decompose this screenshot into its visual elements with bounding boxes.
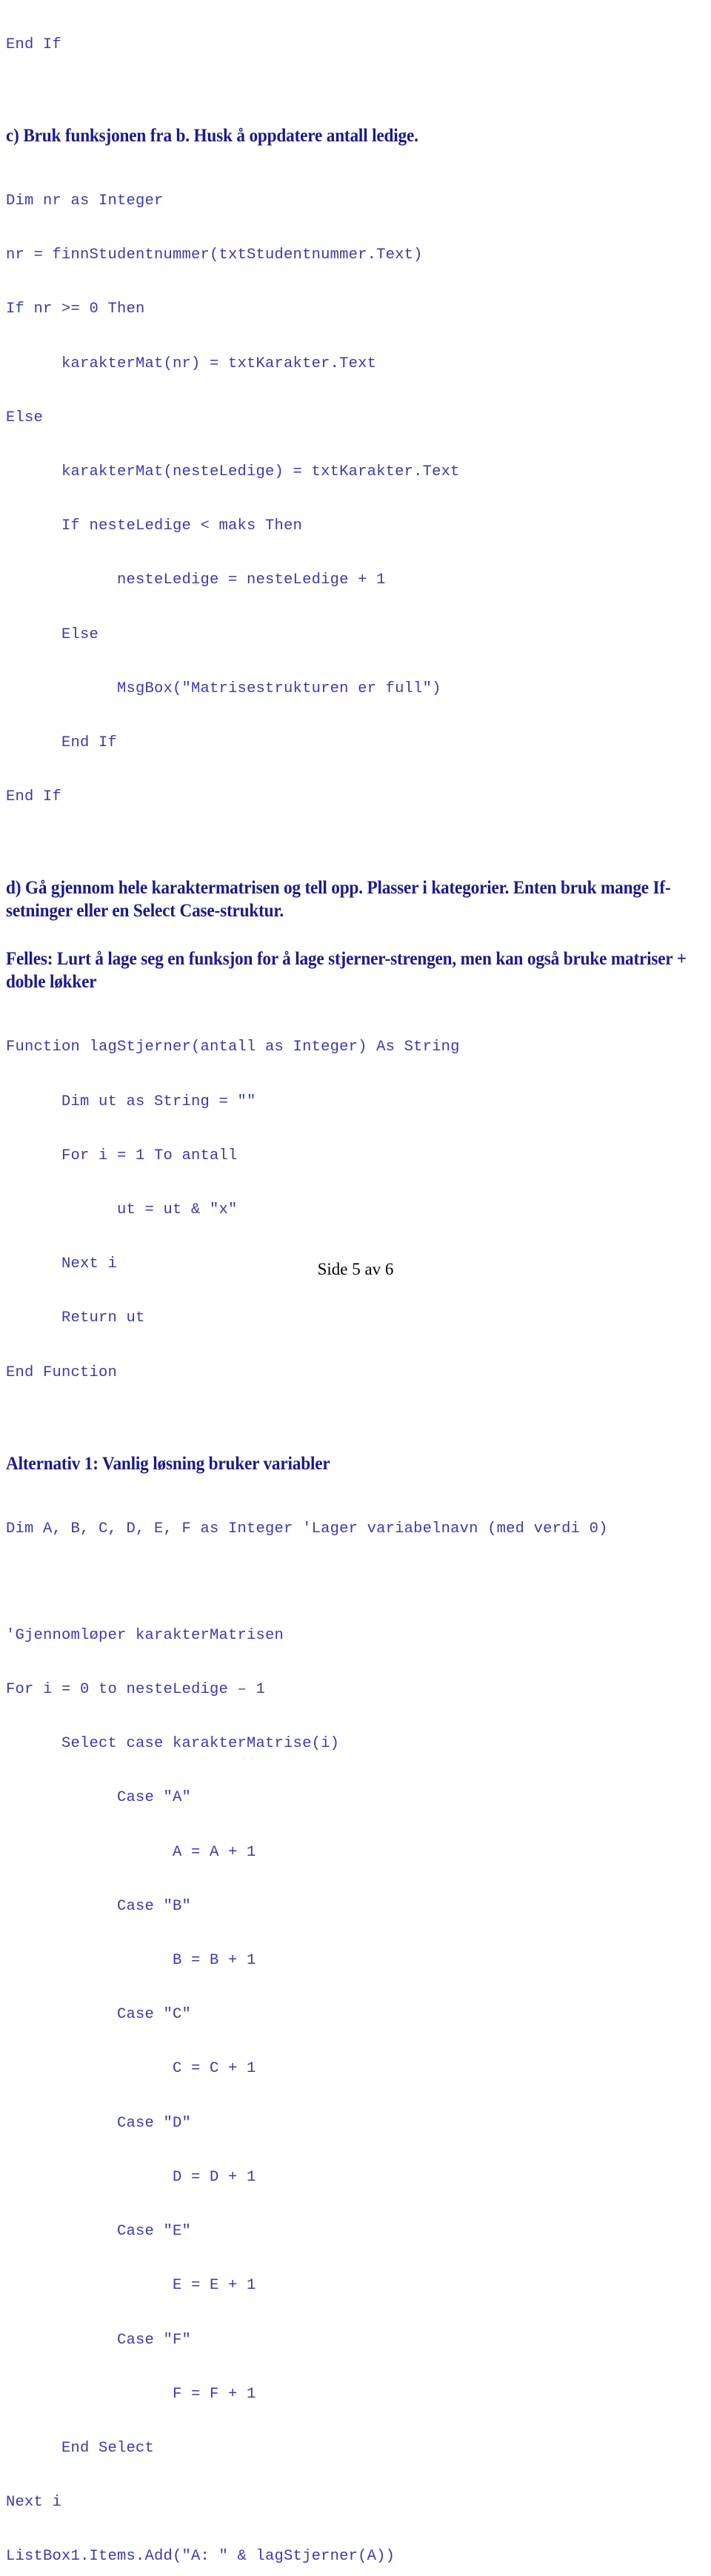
- heading-task-d: d) Gå gjennom hele karaktermatrisen og t…: [6, 878, 671, 922]
- code-line: nesteLedige = nesteLedige + 1: [6, 571, 386, 589]
- code-line: Case ″B″: [6, 1897, 192, 1915]
- code-line: If nr >= 0 Then: [6, 301, 145, 318]
- code-line: Case ″E″: [6, 2223, 192, 2241]
- code-line: MsgBox(″Matrisestrukturen er full″): [6, 680, 441, 697]
- code-line: If nesteLedige < maks Then: [6, 517, 303, 535]
- code-line: karakterMat(nr) = txtKarakter.Text: [6, 355, 377, 372]
- code-line: Case ″F″: [6, 2331, 192, 2349]
- code-line: Function lagStjerner(antall as Integer) …: [6, 1039, 460, 1056]
- code-line: Else: [6, 409, 44, 426]
- code-line: E = E + 1: [6, 2277, 256, 2295]
- code-line: For i = 0 to nesteLedige – 1: [6, 1680, 266, 1698]
- code-line: F = F + 1: [6, 2385, 256, 2403]
- code-line: End Select: [6, 2439, 155, 2457]
- code-line: A = A + 1: [6, 1843, 256, 1861]
- code-block-dim-variables: Dim A, B, C, D, E, F as Integer ′Lager v…: [6, 1484, 705, 1574]
- code-block-task-c: Dim nr as Integer nr = finnStudentnummer…: [6, 156, 705, 842]
- code-line: nr = finnStudentnummer(txtStudentnummer.…: [6, 246, 423, 264]
- code-line: Next i: [6, 2494, 62, 2512]
- heading-task-c: c) Bruk funksjonen fra b. Husk å oppdate…: [6, 126, 418, 147]
- code-line: End Function: [6, 1364, 118, 1381]
- code-line: Dim A, B, C, D, E, F as Integer ′Lager v…: [6, 1520, 608, 1537]
- code-line: Select case karakterMatrise(i): [6, 1735, 340, 1753]
- code-line: Return ut: [6, 1309, 145, 1327]
- code-line: Dim ut as String = ″″: [6, 1093, 256, 1110]
- code-line: Case ″D″: [6, 2114, 192, 2132]
- code-line: End If: [6, 734, 118, 752]
- heading-felles: Felles: Lurt å lage seg en funksjon for …: [6, 949, 687, 993]
- document-page: End If c) Bruk funksjonen fra b. Husk å …: [0, 0, 711, 2566]
- page-content: End If c) Bruk funksjonen fra b. Husk å …: [6, 0, 705, 2576]
- code-line: End If: [6, 36, 62, 53]
- code-line: karakterMat(nesteLedige) = txtKarakter.T…: [6, 463, 460, 480]
- code-line: Case ″C″: [6, 2006, 192, 2024]
- code-line: C = C + 1: [6, 2060, 256, 2078]
- code-block-end-if: End If: [6, 0, 705, 90]
- code-line: Case ″A″: [6, 1789, 192, 1807]
- code-block-lagstjerner: Function lagStjerner(antall as Integer) …: [6, 1002, 705, 1418]
- code-block-select-case: ′Gjennomløper karakterMatrisen For i = 0…: [6, 1591, 705, 2576]
- heading-alternativ-1: Alternativ 1: Vanlig løsning bruker vari…: [6, 1453, 330, 1474]
- code-line: D = D + 1: [6, 2168, 256, 2186]
- code-line: ut = ut & ″x″: [6, 1201, 238, 1218]
- code-line: ′Gjennomløper karakterMatrisen: [6, 1626, 284, 1644]
- code-line: End If: [6, 788, 62, 806]
- code-line: B = B + 1: [6, 1951, 256, 1969]
- code-line: Dim nr as Integer: [6, 192, 164, 209]
- page-footer: Side 5 av 6: [317, 1260, 394, 1278]
- code-line: ListBox1.Items.Add(″A: ″ & lagStjerner(A…: [6, 2548, 395, 2566]
- code-line: Else: [6, 625, 99, 643]
- code-line: For i = 1 To antall: [6, 1147, 238, 1164]
